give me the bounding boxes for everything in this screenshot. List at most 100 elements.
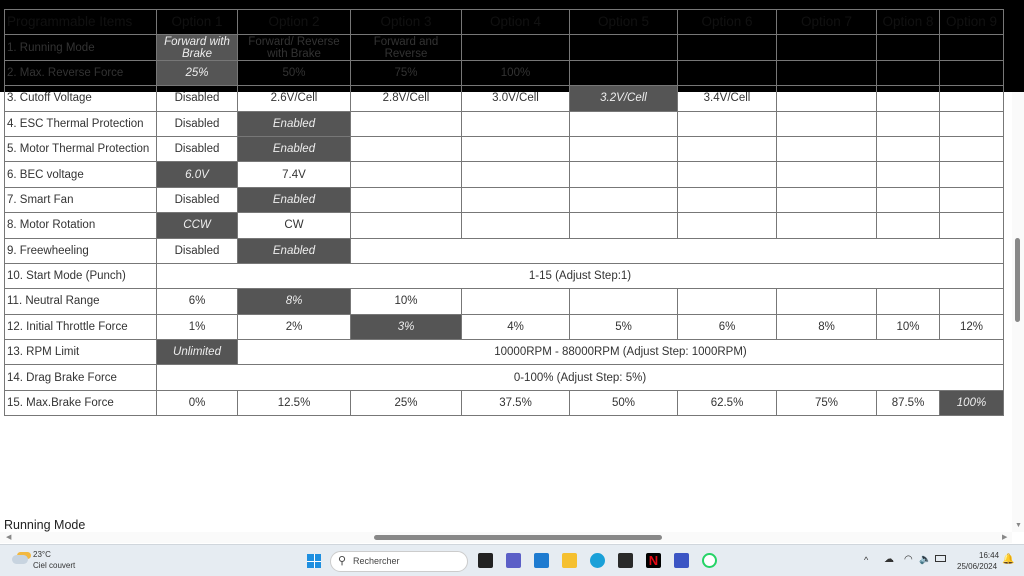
header-row: Programmable Items Option 1 Option 2 Option… (4, 8, 1004, 36)
option-cell: 8% (776, 313, 877, 341)
column-header-option-8: Option 8 (876, 8, 940, 36)
column-header-items: Programmable Items (4, 8, 157, 36)
scroll-right-arrow-icon[interactable]: ▶ (1002, 533, 1007, 541)
selected-default-cell: Enabled (237, 237, 351, 264)
row-label: 1. Running Mode (4, 34, 157, 61)
option-cell (776, 186, 877, 214)
weather-icon[interactable] (12, 555, 28, 564)
option-cell: 50% (237, 59, 351, 87)
table-row: 4. ESC Thermal Protection Disabled Enabled (4, 110, 1004, 137)
row-label: 4. ESC Thermal Protection (4, 110, 157, 137)
clock-date[interactable]: 25/06/2024 (957, 562, 997, 571)
option-cell: Disabled (156, 85, 238, 112)
programmable-items-table: Programmable Items Option 1 Option 2 Option… (4, 8, 1004, 417)
option-cell (939, 161, 1004, 188)
option-cell (569, 59, 678, 87)
option-cell (677, 110, 777, 137)
option-cell: Disabled (156, 110, 238, 137)
option-cell: 4% (461, 313, 570, 341)
option-cell: 12.5% (237, 389, 351, 417)
horizontal-scroll-thumb[interactable] (374, 535, 662, 540)
option-cell (461, 161, 570, 188)
notification-bell-icon[interactable]: 🔔 (1002, 554, 1014, 565)
option-cell (569, 34, 678, 61)
column-header-option-5: Option 5 (569, 8, 678, 36)
vertical-scroll-thumb[interactable] (1015, 238, 1020, 322)
file-explorer-icon[interactable] (562, 553, 577, 568)
horizontal-scrollbar[interactable]: ◀ ▶ (0, 532, 1012, 543)
volume-icon[interactable]: 🔈 (919, 554, 931, 565)
option-cell: 2% (237, 313, 351, 341)
scroll-left-arrow-icon[interactable]: ◀ (6, 533, 11, 541)
search-placeholder: Rechercher (353, 556, 400, 566)
option-cell: 3.0V/Cell (461, 85, 570, 112)
option-cell (350, 161, 462, 188)
option-cell (876, 85, 940, 112)
selected-default-cell: Enabled (237, 186, 351, 214)
row-label: 7. Smart Fan (4, 186, 157, 214)
option-cell: 75% (776, 389, 877, 417)
option-cell (939, 85, 1004, 112)
option-cell (677, 212, 777, 239)
option-cell (776, 85, 877, 112)
table-row: 9. Freewheeling Disabled Enabled (4, 237, 1004, 264)
option-cell (677, 186, 777, 214)
section-heading: Running Mode (4, 518, 86, 532)
wifi-icon[interactable]: ◠ (904, 554, 913, 565)
table-row: 5. Motor Thermal Protection Disabled Enabl… (4, 135, 1004, 163)
scroll-down-arrow-icon[interactable]: ▼ (1015, 522, 1022, 529)
table-row: 10. Start Mode (Punch) 1-15 (Adjust Step:… (4, 262, 1004, 290)
option-cell: 5% (569, 313, 678, 341)
row-label: 14. Drag Brake Force (4, 364, 157, 391)
option-cell: 6% (156, 288, 238, 315)
weather-temp[interactable]: 23°C (33, 550, 51, 559)
onedrive-icon[interactable]: ☁ (884, 554, 894, 565)
option-cell (350, 212, 462, 239)
option-cell (569, 135, 678, 163)
selected-default-cell: 8% (237, 288, 351, 315)
taskbar: 23°C Ciel couvert ⚲ Rechercher N ^ ☁ ◠ 🔈 … (0, 544, 1024, 576)
task-view-icon[interactable] (478, 553, 493, 568)
whatsapp-icon[interactable] (702, 553, 717, 568)
option-cell: Forward/ Reverse with Brake (237, 34, 351, 61)
option-cell (876, 186, 940, 214)
option-cell: Forward and Reverse (350, 34, 462, 61)
option-cell (939, 110, 1004, 137)
option-cell: 10% (876, 313, 940, 341)
photo-app-icon[interactable] (674, 553, 689, 568)
row-label: 13. RPM Limit (4, 339, 157, 366)
table-row: 6. BEC voltage 6.0V 7.4V (4, 161, 1004, 188)
option-cell (876, 59, 940, 87)
clock-time[interactable]: 16:44 (979, 551, 999, 560)
option-cell (350, 237, 1004, 264)
option-cell (461, 110, 570, 137)
selected-default-cell: Unlimited (156, 339, 238, 366)
start-button-windows-icon[interactable] (307, 554, 321, 568)
selected-default-cell: Forward with Brake (156, 34, 238, 61)
option-cell: 7.4V (237, 161, 351, 188)
netflix-icon[interactable]: N (646, 553, 661, 568)
option-cell (939, 59, 1004, 87)
option-cell (776, 161, 877, 188)
option-cell (569, 110, 678, 137)
chart-app-icon[interactable] (618, 553, 633, 568)
selected-default-cell: Enabled (237, 110, 351, 137)
search-box[interactable]: ⚲ Rechercher (330, 551, 468, 572)
option-cell: 0% (156, 389, 238, 417)
table-row: 3. Cutoff Voltage Disabled 2.6V/Cell 2.8V/C… (4, 85, 1004, 112)
battery-icon[interactable] (935, 555, 946, 562)
table-row: 14. Drag Brake Force 0-100% (Adjust Step:… (4, 364, 1004, 391)
vertical-scrollbar[interactable]: ▼ (1012, 92, 1024, 532)
edge-browser-icon[interactable] (590, 553, 605, 568)
weather-condition[interactable]: Ciel couvert (33, 561, 75, 570)
row-label: 11. Neutral Range (4, 288, 157, 315)
teams-icon[interactable] (506, 553, 521, 568)
selected-default-cell: 3.2V/Cell (569, 85, 678, 112)
option-cell: 10% (350, 288, 462, 315)
option-cell (776, 212, 877, 239)
widget-app-icon[interactable] (534, 553, 549, 568)
option-cell (876, 110, 940, 137)
table-row: 7. Smart Fan Disabled Enabled (4, 186, 1004, 214)
show-hidden-icons-chevron-icon[interactable]: ^ (864, 555, 868, 565)
option-cell: Disabled (156, 135, 238, 163)
